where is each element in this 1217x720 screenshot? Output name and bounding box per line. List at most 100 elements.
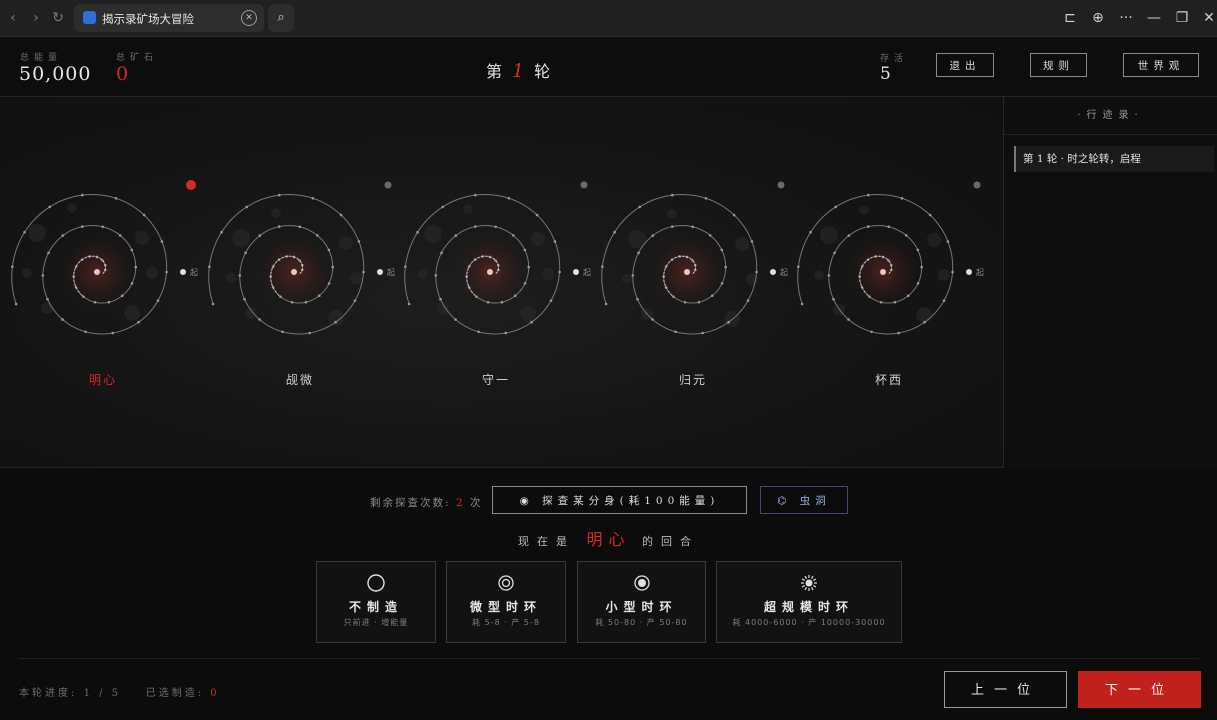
spiral-node [357,240,361,243]
spiral-node [638,205,642,209]
player-name: 觇微 [286,372,314,387]
spiral-node [887,225,891,229]
spiral-node [142,213,146,217]
card-desc: 耗 50-80 · 产 50-80 [595,618,688,627]
spiral-center [291,269,297,275]
dust-orb [271,208,281,218]
prev-player-button[interactable]: 上一位 [944,671,1067,708]
dust-orb [418,269,428,279]
sidebar-icon[interactable]: ⊏ [1060,8,1080,28]
spiral-node [120,294,124,298]
spiral-node [527,265,531,269]
spiral-node [513,294,517,298]
dust-orb [350,272,362,284]
card-mega[interactable]: 超规模时环 耗 4000-6000 · 产 10000-30000 [716,561,902,643]
spiral-node [833,251,836,255]
spiral-end-node [573,269,579,275]
minimize-icon[interactable]: — [1144,8,1164,28]
favicon-icon [83,11,96,24]
spiral-node [315,234,319,237]
spiral-node [724,265,728,269]
dust-orb [927,233,941,247]
exit-button[interactable]: 退出 [936,53,994,77]
player-spiral[interactable]: 起觇微 [208,181,395,388]
probe-button[interactable]: ◉ 探查某分身(耗100能量) [492,486,747,514]
search-icon[interactable]: ⌕ [268,4,294,32]
spiral-node [800,302,804,306]
spiral-center [684,269,690,275]
more-icon[interactable]: ··· [1116,8,1136,28]
card-name: 微型时环 [469,600,542,614]
spiral-node [130,282,134,285]
rules-button[interactable]: 规则 [1030,53,1087,77]
spiral-node [454,234,458,237]
spiral-node [245,205,249,209]
spiral-node [244,251,247,255]
spiral-node [847,234,851,237]
refresh-icon[interactable]: ↻ [49,9,67,27]
dust-orb [124,305,140,321]
back-icon[interactable]: ‹ [4,9,22,27]
card-desc: 只前进 · 增能量 [343,618,409,627]
spiral-node [156,299,160,302]
spiral-node [46,297,49,301]
next-player-button[interactable]: 下一位 [1078,671,1201,708]
probe-label: 剩余探查次数: [370,497,451,509]
spiral-node [134,265,138,269]
spiral-node [558,270,561,274]
spiral-node [670,225,674,228]
probe-icon: ◉ [519,495,534,507]
dust-orb [28,224,46,242]
player-spiral[interactable]: 起归元 [601,181,788,388]
position-marker [777,181,785,189]
spiral-end-label: 起 [976,268,984,277]
spiral-center [880,269,886,275]
spiral-node [107,300,111,304]
card-name: 超规模时环 [763,600,854,614]
player-spiral[interactable]: 起杯西 [797,181,984,388]
browser-tab[interactable]: 揭示录矿场大冒险 ✕ [74,4,264,32]
dust-orb [814,270,824,280]
game-stage: 起明心起觇微起守一起归元起杯西 [0,97,1004,468]
player-spiral[interactable]: 起守一 [404,181,591,388]
spiral-node [327,282,331,285]
restore-icon[interactable]: ❐ [1172,8,1192,28]
window-close-icon[interactable]: ✕ [1199,8,1217,28]
card-desc: 耗 5-8 · 产 5-8 [472,618,540,627]
spiral-node [118,234,122,237]
spiral-node [362,270,365,274]
probe-count: 2 [455,497,465,509]
spiral-node [165,270,168,274]
spiral-node [701,331,704,335]
card-micro[interactable]: 微型时环 耗 5-8 · 产 5-8 [446,561,566,643]
energy-label: 总能量 [20,53,63,63]
dust-orb [22,268,32,278]
wormhole-icon: ⌬ [777,495,792,507]
spiral-node [637,251,640,255]
dust-orb [916,307,932,323]
browser-chrome: ‹ › ↻ 揭示录矿场大冒险 ✕ ⌕ ⊏ ⊕ ··· — ❐ ✕ [0,0,1217,37]
spiral-node [474,193,477,197]
spiral-end-node [966,269,972,275]
spiral-node [809,230,812,234]
control-panel: 剩余探查次数: 2 次 ◉ 探查某分身(耗100能量) ⌬ 虫洞 现在是 明心 … [0,468,1217,720]
globe-icon[interactable]: ⊕ [1088,8,1108,28]
card-none[interactable]: 不制造 只前进 · 增能量 [316,561,436,643]
forward-icon[interactable]: › [27,9,45,27]
player-spiral[interactable]: 起明心 [11,180,198,387]
spiral-node [279,295,282,298]
round-prefix: 第 [486,62,505,81]
card-small[interactable]: 小型时环 耗 50-80 · 产 50-80 [577,561,706,643]
dust-orb [232,229,250,247]
dust-orb [859,205,869,215]
spiral-node [111,331,114,335]
close-tab-icon[interactable]: ✕ [241,10,257,26]
alive-label: 存活 [880,54,909,64]
spiral-node [897,331,900,335]
spiral-node [494,225,498,229]
progress-value: 1 / 5 [83,688,122,699]
wormhole-button[interactable]: ⌬ 虫洞 [760,486,848,514]
world-button[interactable]: 世界观 [1123,53,1199,77]
spiral-node [500,300,504,304]
spiral-node [870,330,873,334]
